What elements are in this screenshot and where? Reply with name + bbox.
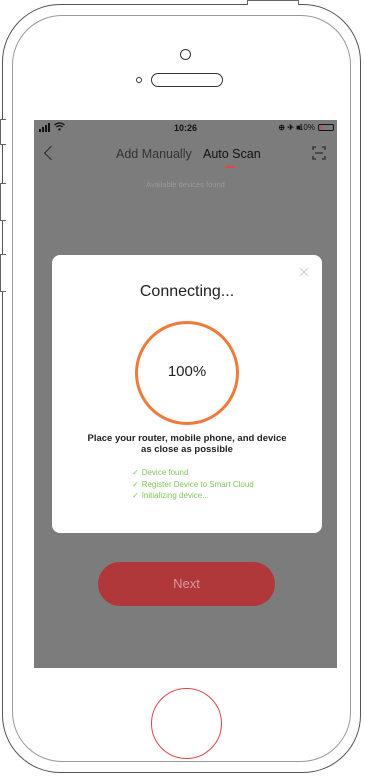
proximity-sensor: [136, 77, 142, 83]
check-icon: ✓: [132, 468, 139, 477]
close-icon[interactable]: [299, 267, 309, 277]
instruction-line-2: as close as possible: [141, 444, 233, 455]
next-button[interactable]: Next: [98, 562, 275, 606]
check-icon: ✓: [132, 479, 139, 489]
placement-instruction: Place your router, mobile phone, and dev…: [62, 433, 312, 455]
front-camera: [180, 49, 191, 60]
mute-switch: [0, 119, 6, 145]
app-screen: 10:26 ⊕ ✈ ■ 10% Add Manually Auto Scan A…: [34, 120, 337, 668]
devices-found-label: Available devices found: [146, 180, 225, 189]
step-item: ✓ Device found: [132, 467, 254, 479]
tab-auto-scan[interactable]: Auto Scan: [203, 147, 261, 161]
volume-down-button: [0, 254, 6, 292]
step-item: ✓ Register Device to Smart Cloud: [132, 479, 254, 491]
connecting-dialog: Connecting... 100% Place your router, mo…: [52, 255, 322, 533]
earpiece-speaker: [151, 73, 223, 87]
power-button: [247, 0, 299, 5]
dialog-title: Connecting...: [139, 283, 235, 300]
volume-up-button: [0, 183, 6, 221]
step-label: Initializing device...: [141, 491, 209, 500]
battery-icon: [318, 124, 334, 131]
battery-percentage: 10%: [298, 123, 315, 132]
back-icon[interactable]: [43, 145, 59, 161]
step-label: Register Device to Smart Cloud: [141, 479, 254, 489]
step-label: Device found: [141, 468, 189, 477]
status-bar: 10:26 ⊕ ✈ ■ 10%: [34, 120, 337, 136]
home-button[interactable]: [151, 688, 222, 759]
connection-steps: ✓ Device found ✓ Register Device to Smart …: [132, 467, 254, 502]
active-tab-indicator: [225, 166, 235, 168]
nav-bar: Add Manually Auto Scan: [34, 136, 337, 170]
status-icons: ⊕ ✈ ■: [278, 123, 301, 132]
scan-icon[interactable]: [312, 146, 326, 160]
progress-percentage: 100%: [167, 363, 207, 380]
tab-add-manually[interactable]: Add Manually: [116, 147, 192, 161]
check-icon: ✓: [132, 491, 139, 500]
step-item: ✓ Initializing device...: [132, 490, 254, 502]
instruction-line-1: Place your router, mobile phone, and dev…: [87, 433, 287, 444]
